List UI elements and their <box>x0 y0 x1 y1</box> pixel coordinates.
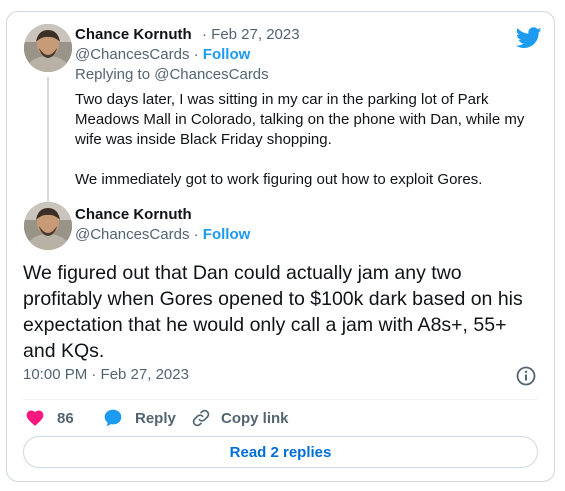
handle-row: @ChancesCards · Follow <box>75 46 250 63</box>
info-icon[interactable] <box>515 365 537 387</box>
link-icon <box>192 409 210 427</box>
author-handle[interactable]: @ChancesCards <box>75 226 189 243</box>
tweet-date[interactable]: · Feb 27, 2023 <box>202 26 300 43</box>
tweet-timestamp[interactable]: 10:00 PM · Feb 27, 2023 <box>23 366 189 383</box>
tweet-embed-card: Chance Kornuth · Feb 27, 2023 @ChancesCa… <box>6 11 555 482</box>
author-handle[interactable]: @ChancesCards <box>75 46 189 63</box>
like-button[interactable]: 86 <box>25 405 74 431</box>
copy-link-label: Copy link <box>221 409 289 427</box>
read-replies-button[interactable]: Read 2 replies <box>23 436 538 468</box>
author-name[interactable]: Chance Kornuth <box>75 26 192 43</box>
tweet-text-paragraph: Two days later, I was sitting in my car … <box>75 91 525 148</box>
author-name[interactable]: Chance Kornuth <box>75 206 192 223</box>
reply-label: Reply <box>135 409 176 427</box>
thread-line <box>47 77 49 207</box>
separator-dot: · <box>193 226 199 243</box>
separator-dot: · <box>193 46 199 63</box>
replying-to-label[interactable]: Replying to @ChancesCards <box>75 66 269 83</box>
avatar[interactable] <box>24 202 72 250</box>
follow-button[interactable]: Follow <box>203 46 251 63</box>
divider <box>23 399 538 400</box>
speech-bubble-icon <box>104 409 122 427</box>
twitter-bird-icon[interactable] <box>516 27 542 49</box>
reply-button[interactable]: Reply <box>103 405 176 431</box>
main-tweet-text: We figured out that Dan could actually j… <box>23 262 523 362</box>
handle-row: @ChancesCards · Follow <box>75 226 250 243</box>
follow-button[interactable]: Follow <box>203 226 251 243</box>
like-count: 86 <box>57 409 74 427</box>
avatar[interactable] <box>24 24 72 72</box>
heart-icon <box>26 410 44 426</box>
tweet-text-paragraph: We immediately got to work figuring out … <box>75 171 483 188</box>
copy-link-button[interactable]: Copy link <box>191 405 289 431</box>
